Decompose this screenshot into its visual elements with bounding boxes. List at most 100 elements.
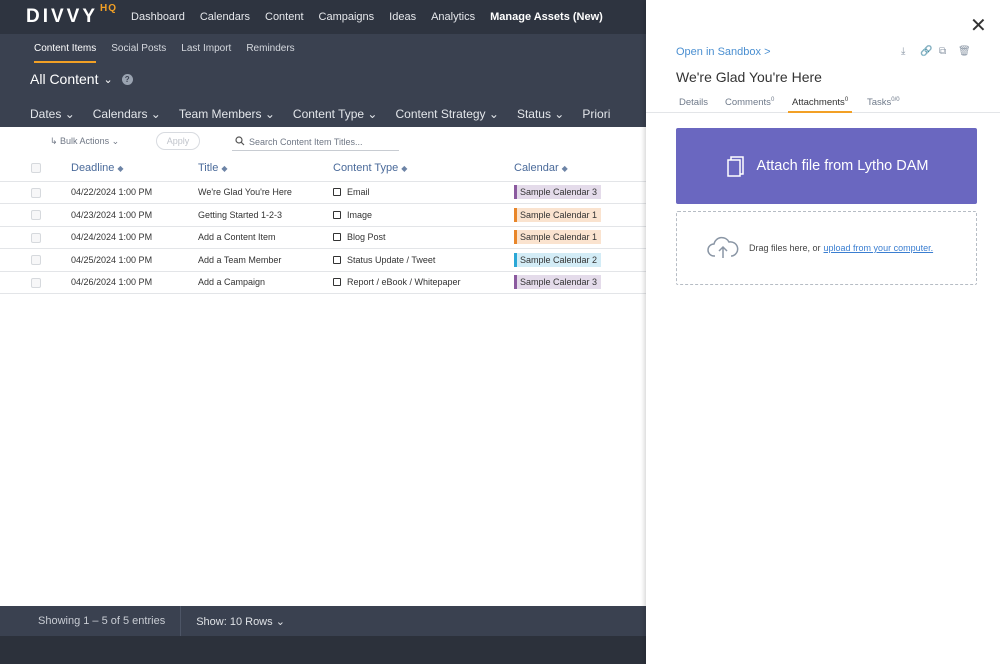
link-icon[interactable]: 🔗 [920, 46, 932, 57]
page-title[interactable]: All Content ⌄ ? [30, 71, 133, 87]
filter-content-strategy[interactable]: Content Strategy ⌄ [395, 107, 498, 121]
table-row[interactable]: 04/25/2024 1:00 PM Add a Team Member Statu… [0, 248, 646, 272]
content-table: Deadline ◆ Title ◆ Content Type ◆ Calendar ◆… [0, 155, 646, 294]
table-row[interactable]: 04/26/2024 1:00 PM Add a Campaign Report /… [0, 271, 646, 294]
row-content-type: Email [333, 181, 514, 204]
duplicate-icon[interactable]: ⧉ [939, 46, 950, 57]
apply-button[interactable]: Apply [156, 132, 200, 150]
footer-divider [180, 606, 182, 636]
top-navigation: DIVVY HQ Dashboard Calendars Content Camp… [0, 0, 646, 34]
bottom-bar [0, 636, 646, 664]
sort-icon: ◆ [561, 163, 568, 173]
calendar-tag: Sample Calendar 2 [514, 252, 602, 267]
row-content-type: Blog Post [333, 226, 514, 249]
subnav-content-items[interactable]: Content Items [34, 34, 97, 63]
close-icon[interactable]: ✕ [970, 16, 987, 36]
row-checkbox[interactable] [31, 277, 41, 288]
calendar-tag: Sample Calendar 3 [514, 185, 602, 200]
row-content-type: Image [333, 204, 514, 227]
row-calendar: Sample Calendar 1 [514, 204, 646, 227]
calendar-tag: Sample Calendar 1 [514, 207, 602, 222]
row-calendar: Sample Calendar 2 [514, 249, 646, 272]
table-row[interactable]: 04/24/2024 1:00 PM Add a Content Item Blog… [0, 226, 646, 249]
search-input[interactable] [232, 133, 399, 151]
nav-analytics[interactable]: Analytics [431, 11, 475, 23]
content-type-icon [333, 233, 341, 242]
row-deadline: 04/25/2024 1:00 PM [71, 254, 153, 265]
file-dropzone[interactable]: Drag files here, or upload from your com… [676, 211, 977, 285]
row-deadline: 04/23/2024 1:00 PM [71, 209, 153, 220]
row-title[interactable]: Getting Started 1-2-3 [198, 204, 333, 227]
sub-navigation: Content Items Social Posts Last Import R… [0, 34, 646, 63]
tab-comments[interactable]: Comments0 [725, 97, 774, 108]
row-title[interactable]: Add a Content Item [198, 226, 333, 249]
filter-calendars[interactable]: Calendars ⌄ [93, 107, 161, 121]
attach-from-dam-button[interactable]: Attach file from Lytho DAM [676, 128, 977, 204]
sort-icon: ◆ [117, 163, 124, 173]
open-in-sandbox-link[interactable]: Open in Sandbox > [676, 46, 771, 58]
table-row[interactable]: 04/22/2024 1:00 PM We're Glad You're Here… [0, 181, 646, 204]
row-title[interactable]: We're Glad You're Here [198, 181, 333, 204]
calendar-tag: Sample Calendar 3 [514, 275, 602, 290]
panel-title: We're Glad You're Here [676, 69, 822, 85]
filter-content-type[interactable]: Content Type ⌄ [293, 107, 378, 121]
column-content-type[interactable]: Content Type ◆ [333, 155, 514, 181]
file-icon [726, 156, 744, 177]
row-calendar: Sample Calendar 3 [514, 181, 646, 204]
content-type-icon [333, 278, 341, 287]
tab-tasks[interactable]: Tasks0/0 [867, 97, 900, 108]
select-all-checkbox[interactable] [31, 162, 41, 173]
help-icon[interactable]: ? [121, 73, 133, 85]
table-header-row: Deadline ◆ Title ◆ Content Type ◆ Calendar ◆ [0, 155, 646, 181]
filter-dates[interactable]: Dates ⌄ [30, 107, 75, 121]
bulk-actions-dropdown[interactable]: ↳ Bulk Actions ⌄ [50, 136, 119, 147]
column-deadline[interactable]: Deadline ◆ [71, 155, 198, 181]
filter-status[interactable]: Status ⌄ [517, 107, 564, 121]
download-icon[interactable]: ⤓ [901, 46, 912, 57]
nav-manage-assets[interactable]: Manage Assets (New) [490, 11, 603, 23]
upload-from-computer-link[interactable]: upload from your computer. [824, 243, 934, 253]
row-checkbox[interactable] [31, 210, 41, 221]
row-checkbox[interactable] [31, 255, 41, 266]
row-title[interactable]: Add a Campaign [198, 271, 333, 294]
content-type-icon [333, 188, 341, 197]
filter-team-members[interactable]: Team Members ⌄ [179, 107, 275, 121]
chevron-down-icon: ⌄ [103, 73, 113, 86]
filter-priority[interactable]: Priori [582, 107, 610, 121]
page-title-label: All Content [30, 71, 99, 87]
row-checkbox[interactable] [31, 232, 41, 243]
panel-tabs: Details Comments0 Attachments0 Tasks0/0 [646, 95, 1000, 113]
row-content-type: Status Update / Tweet [333, 249, 514, 272]
nav-ideas[interactable]: Ideas [389, 11, 416, 23]
nav-calendars[interactable]: Calendars [200, 11, 250, 23]
table-toolbar: ↳ Bulk Actions ⌄ Apply [0, 128, 646, 156]
row-deadline: 04/26/2024 1:00 PM [71, 277, 153, 288]
row-calendar: Sample Calendar 3 [514, 271, 646, 294]
nav-campaigns[interactable]: Campaigns [319, 11, 375, 23]
row-deadline: 04/22/2024 1:00 PM [71, 187, 153, 198]
subnav-reminders[interactable]: Reminders [246, 34, 294, 63]
nav-content[interactable]: Content [265, 11, 304, 23]
column-title[interactable]: Title ◆ [198, 155, 333, 181]
divvyhq-logo[interactable]: DIVVY HQ [26, 3, 117, 28]
table-row[interactable]: 04/23/2024 1:00 PM Getting Started 1-2-3 I… [0, 203, 646, 227]
nav-dashboard[interactable]: Dashboard [131, 11, 185, 23]
row-deadline: 04/24/2024 1:00 PM [71, 232, 153, 243]
sort-icon: ◆ [221, 163, 228, 173]
row-title[interactable]: Add a Team Member [198, 249, 333, 272]
column-calendar[interactable]: Calendar ◆ [514, 155, 646, 181]
subnav-social-posts[interactable]: Social Posts [111, 34, 166, 63]
row-checkbox[interactable] [31, 187, 41, 198]
tab-attachments[interactable]: Attachments0 [788, 97, 853, 113]
row-calendar: Sample Calendar 1 [514, 226, 646, 249]
entries-count: Showing 1 – 5 of 5 entries [38, 615, 166, 627]
trash-icon[interactable]: 🗑 [958, 46, 971, 57]
filter-bar: Dates ⌄ Calendars ⌄ Team Members ⌄ Conte… [30, 107, 610, 121]
rows-per-page-select[interactable]: Show: 10 Rows ⌄ [196, 615, 285, 628]
subnav-last-import[interactable]: Last Import [181, 34, 231, 63]
calendar-tag: Sample Calendar 1 [514, 230, 602, 245]
tab-details[interactable]: Details [679, 97, 708, 108]
cloud-upload-icon [707, 236, 739, 258]
row-content-type: Report / eBook / Whitepaper [333, 271, 514, 294]
content-type-icon [333, 210, 341, 219]
